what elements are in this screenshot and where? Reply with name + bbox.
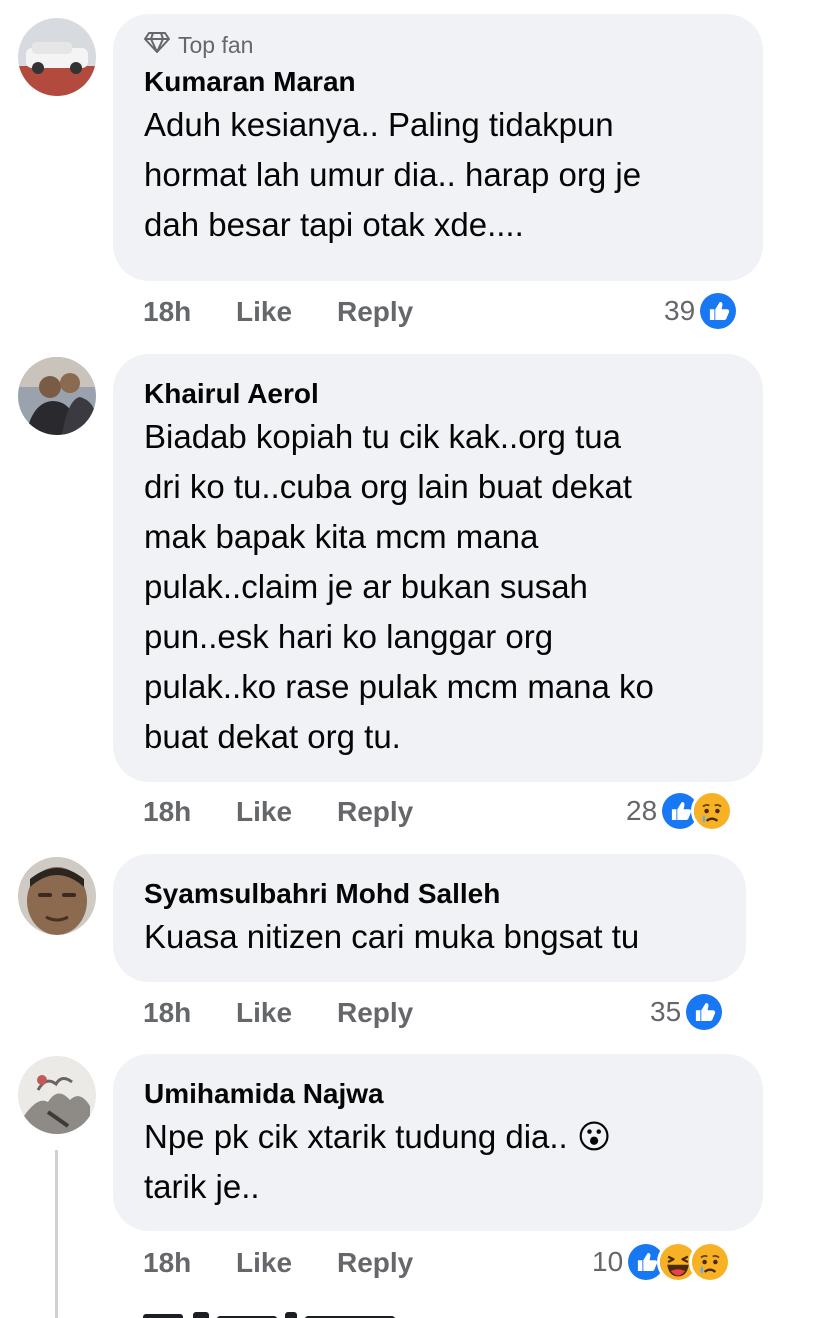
avatar[interactable] bbox=[18, 1056, 96, 1134]
reply-button[interactable]: Reply bbox=[337, 1247, 413, 1279]
reply-button[interactable]: Reply bbox=[337, 997, 413, 1029]
reaction-summary[interactable]: 39 bbox=[664, 290, 740, 332]
reaction-summary[interactable]: 28 bbox=[626, 790, 734, 832]
avatar[interactable] bbox=[18, 18, 96, 96]
reaction-count: 10 bbox=[592, 1246, 624, 1277]
diamond-icon bbox=[144, 31, 170, 59]
comment-bubble: Top fan Kumaran Maran Aduh kesianya.. Pa… bbox=[113, 14, 763, 281]
comments-section: Top fan Kumaran Maran Aduh kesianya.. Pa… bbox=[0, 0, 838, 1318]
comment-author[interactable]: Khairul Aerol bbox=[144, 376, 732, 412]
comment-time[interactable]: 18h bbox=[143, 1247, 236, 1279]
top-fan-label: Top fan bbox=[178, 31, 254, 58]
comment-text: Kuasa nitizen cari muka bngsat tu bbox=[144, 918, 640, 955]
reply-button[interactable]: Reply bbox=[337, 296, 413, 328]
avatar[interactable] bbox=[18, 357, 96, 435]
sad-icon bbox=[691, 790, 734, 832]
reply-thread-line bbox=[55, 1150, 58, 1318]
comment-text: Npe pk cik xtarik tudung dia.. 😮 tarik j… bbox=[144, 1118, 612, 1205]
avatar[interactable] bbox=[18, 857, 96, 935]
reaction-summary[interactable]: 35 bbox=[650, 991, 726, 1033]
comment-actions: 18h Like Reply bbox=[143, 997, 413, 1029]
comment-bubble: Syamsulbahri Mohd Salleh Kuasa nitizen c… bbox=[113, 854, 746, 982]
like-icon bbox=[697, 290, 740, 332]
comment-actions: 18h Like Reply bbox=[143, 796, 413, 828]
comment-bubble: Khairul Aerol Biadab kopiah tu cik kak..… bbox=[113, 354, 763, 782]
comment-author[interactable]: Umihamida Najwa bbox=[144, 1076, 732, 1112]
like-button[interactable]: Like bbox=[236, 796, 337, 828]
reply-button[interactable]: Reply bbox=[337, 796, 413, 828]
like-button[interactable]: Like bbox=[236, 296, 337, 328]
next-comment-cutoff bbox=[143, 1304, 403, 1318]
comment-bubble: Umihamida Najwa Npe pk cik xtarik tudung… bbox=[113, 1054, 763, 1231]
comment-text: Aduh kesianya.. Paling tidakpun hormat l… bbox=[144, 106, 642, 243]
comment-author[interactable]: Kumaran Maran bbox=[144, 64, 732, 100]
like-button[interactable]: Like bbox=[236, 997, 337, 1029]
comment-actions: 18h Like Reply bbox=[143, 1247, 413, 1279]
like-icon bbox=[683, 991, 726, 1033]
reaction-summary[interactable]: 10 bbox=[592, 1241, 732, 1283]
comment-time[interactable]: 18h bbox=[143, 997, 236, 1029]
comment-actions: 18h Like Reply bbox=[143, 296, 413, 328]
like-button[interactable]: Like bbox=[236, 1247, 337, 1279]
reaction-count: 28 bbox=[626, 795, 658, 826]
comment-text: Biadab kopiah tu cik kak..org tua dri ko… bbox=[144, 418, 654, 755]
comment-author[interactable]: Syamsulbahri Mohd Salleh bbox=[144, 876, 715, 912]
top-fan-badge: Top fan bbox=[144, 30, 732, 60]
reaction-count: 35 bbox=[650, 996, 682, 1027]
comment-time[interactable]: 18h bbox=[143, 296, 236, 328]
sad-icon bbox=[689, 1241, 732, 1283]
comment-time[interactable]: 18h bbox=[143, 796, 236, 828]
reaction-count: 39 bbox=[664, 295, 696, 326]
